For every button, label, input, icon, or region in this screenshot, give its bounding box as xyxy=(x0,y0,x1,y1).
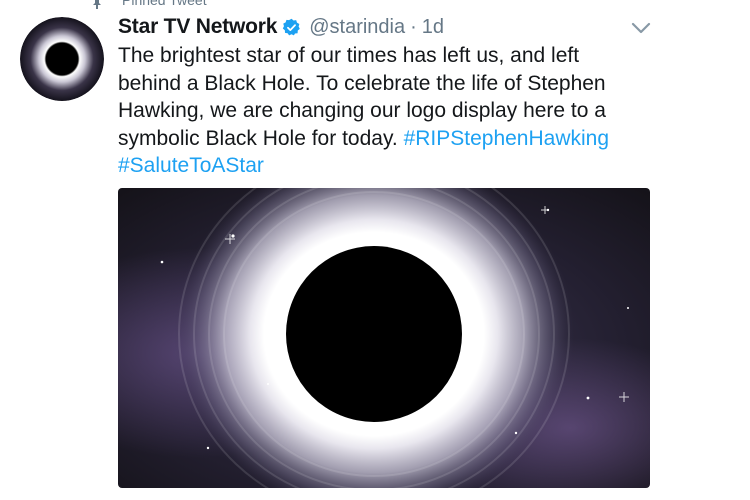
tweet-text-line: The brightest star of our times has left… xyxy=(118,44,580,67)
pin-icon xyxy=(92,0,102,10)
tweet-timestamp[interactable]: 1d xyxy=(422,16,444,39)
header-separator: · xyxy=(410,15,417,38)
tweet-text-line: Hawking, we are changing our logo displa… xyxy=(118,99,606,122)
hashtag-link[interactable]: #RIPStephenHawking xyxy=(404,127,609,150)
tweet-header: Star TV Network @starindia · 1d xyxy=(118,12,444,42)
tweet-media-image[interactable] xyxy=(118,188,650,488)
tweet-text-line: behind a Black Hole. To celebrate the li… xyxy=(118,71,606,95)
author-handle[interactable]: @starindia xyxy=(309,16,405,39)
tweet-body: The brightest star of our times has left… xyxy=(118,42,658,180)
more-options-chevron-down-icon[interactable] xyxy=(630,20,652,36)
avatar-black-hole-icon xyxy=(20,17,104,101)
pinned-text: Pinned Tweet xyxy=(122,0,207,8)
pinned-tweet-label: Pinned Tweet xyxy=(92,0,207,10)
avatar[interactable] xyxy=(20,17,104,101)
tweet-text-line: symbolic Black Hole for today. xyxy=(118,126,404,150)
author-display-name[interactable]: Star TV Network xyxy=(118,15,277,39)
hashtag-link[interactable]: #SaluteToAStar xyxy=(118,154,264,177)
verified-badge-icon xyxy=(283,18,301,35)
black-hole-image-icon xyxy=(118,188,650,488)
